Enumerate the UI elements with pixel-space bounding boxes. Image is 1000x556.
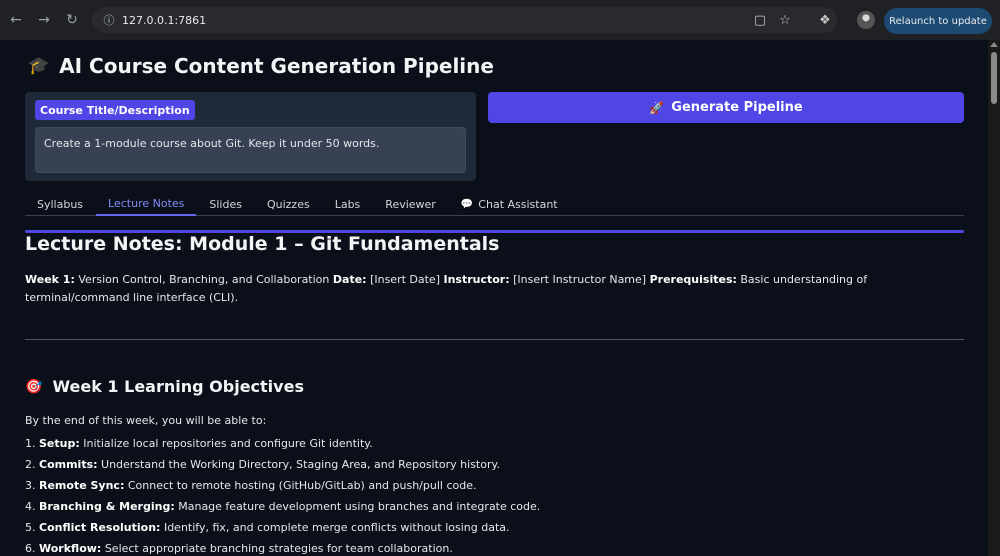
item-text: Understand the Working Directory, Stagin…	[101, 458, 500, 471]
rocket-icon: 🚀	[649, 100, 665, 115]
tab-bar: Syllabus Lecture Notes Slides Quizzes La…	[25, 192, 964, 216]
page-scrollbar[interactable]	[988, 40, 1000, 556]
item-label: Workflow:	[39, 542, 102, 555]
app-page: 🎓 AI Course Content Generation Pipeline …	[0, 40, 988, 556]
instructor-label: Instructor:	[443, 273, 510, 286]
item-number: 6.	[25, 542, 36, 555]
graduation-cap-icon: 🎓	[28, 56, 50, 76]
puzzle-icon[interactable]: ❖	[816, 11, 834, 29]
prerequisites-label: Prerequisites:	[649, 273, 737, 286]
relaunch-button[interactable]: Relaunch to update	[884, 8, 992, 34]
tab-labs[interactable]: Labs	[323, 192, 373, 216]
item-number: 1.	[25, 437, 36, 450]
tab-lecture-notes[interactable]: Lecture Notes	[96, 192, 197, 216]
list-item: 1. Setup: Initialize local repositories …	[25, 433, 964, 454]
lecture-heading: Lecture Notes: Module 1 – Git Fundamenta…	[25, 233, 500, 255]
objectives-list: 1. Setup: Initialize local repositories …	[25, 433, 964, 556]
address-bar[interactable]: ⓘ 127.0.0.1:7861	[92, 7, 837, 33]
generate-pipeline-label: Generate Pipeline	[671, 100, 803, 115]
tab-label: Reviewer	[385, 197, 436, 211]
item-number: 3.	[25, 479, 36, 492]
install-app-icon[interactable]: ▢	[751, 11, 769, 29]
item-label: Remote Sync:	[39, 479, 125, 492]
item-text: Manage feature development using branche…	[178, 500, 541, 513]
tab-reviewer[interactable]: Reviewer	[373, 192, 448, 216]
speech-bubble-icon: 💬	[460, 198, 474, 210]
instructor-value: [Insert Instructor Name]	[513, 273, 647, 286]
page-title-text: AI Course Content Generation Pipeline	[59, 54, 494, 78]
item-label: Conflict Resolution:	[39, 521, 161, 534]
list-item: 5. Conflict Resolution: Identify, fix, a…	[25, 517, 964, 538]
tab-slides[interactable]: Slides	[197, 192, 254, 216]
objectives-heading: 🎯 Week 1 Learning Objectives	[25, 377, 304, 396]
url-text[interactable]: 127.0.0.1:7861	[122, 14, 206, 27]
star-icon[interactable]: ☆	[776, 11, 794, 29]
item-label: Branching & Merging:	[39, 500, 175, 513]
item-text: Initialize local repositories and config…	[83, 437, 373, 450]
tab-quizzes[interactable]: Quizzes	[255, 192, 322, 216]
date-label: Date:	[332, 273, 367, 286]
scroll-up-arrow-icon[interactable]	[990, 42, 998, 47]
scroll-thumb[interactable]	[991, 52, 997, 104]
item-label: Commits:	[39, 458, 98, 471]
page-title: 🎓 AI Course Content Generation Pipeline	[28, 54, 494, 78]
info-icon[interactable]: ⓘ	[96, 12, 122, 28]
browser-toolbar: ← → ↻ ⓘ 127.0.0.1:7861 ▢ ☆ ❖ Relaunch to…	[0, 0, 1000, 40]
tab-label: Quizzes	[266, 197, 310, 211]
back-icon[interactable]: ←	[6, 10, 26, 30]
week-value: Version Control, Branching, and Collabor…	[78, 273, 330, 286]
list-item: 2. Commits: Understand the Working Direc…	[25, 454, 964, 475]
list-item: 4. Branching & Merging: Manage feature d…	[25, 496, 964, 517]
profile-avatar[interactable]	[857, 11, 875, 29]
tab-label: Lecture Notes	[108, 196, 185, 210]
item-label: Setup:	[39, 437, 80, 450]
course-input-label: Course Title/Description	[35, 100, 195, 120]
generate-pipeline-button[interactable]: 🚀 Generate Pipeline	[488, 92, 964, 123]
item-number: 2.	[25, 458, 36, 471]
divider	[25, 339, 964, 340]
tab-label: Slides	[209, 197, 242, 211]
reload-icon[interactable]: ↻	[62, 10, 82, 30]
list-item: 3. Remote Sync: Connect to remote hostin…	[25, 475, 964, 496]
tab-syllabus[interactable]: Syllabus	[25, 192, 95, 216]
week-label: Week 1:	[25, 273, 75, 286]
item-text: Identify, fix, and complete merge confli…	[163, 521, 510, 534]
item-number: 5.	[25, 521, 36, 534]
item-text: Connect to remote hosting (GitHub/GitLab…	[127, 479, 477, 492]
item-text: Select appropriate branching strategies …	[104, 542, 453, 555]
list-item: 6. Workflow: Select appropriate branchin…	[25, 538, 964, 556]
course-input-panel: Course Title/Description Create a 1-modu…	[25, 92, 476, 181]
date-value: [Insert Date]	[370, 273, 440, 286]
objectives-intro: By the end of this week, you will be abl…	[25, 414, 267, 427]
tab-label: Syllabus	[37, 197, 84, 211]
target-icon: 🎯	[25, 378, 43, 395]
tab-label: Chat Assistant	[478, 197, 558, 211]
objectives-heading-text: Week 1 Learning Objectives	[52, 377, 304, 396]
forward-icon[interactable]: →	[34, 10, 54, 30]
course-description-input[interactable]: Create a 1-module course about Git. Keep…	[35, 127, 466, 173]
lecture-meta: Week 1: Version Control, Branching, and …	[25, 271, 964, 307]
tab-chat-assistant[interactable]: 💬 Chat Assistant	[449, 192, 570, 216]
item-number: 4.	[25, 500, 36, 513]
tab-label: Labs	[334, 197, 361, 211]
